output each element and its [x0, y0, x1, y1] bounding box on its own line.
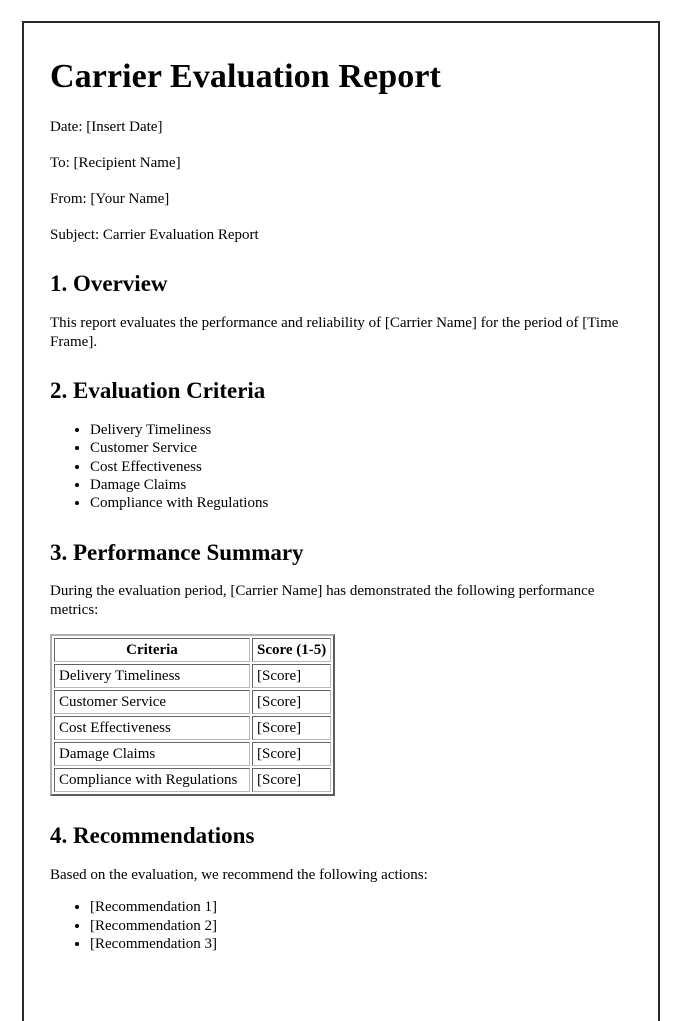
- table-cell-score: [Score]: [252, 715, 332, 740]
- table-header-row: Criteria Score (1-5): [54, 637, 332, 662]
- page-title: Carrier Evaluation Report: [50, 58, 441, 95]
- table-cell-criteria: Customer Service: [54, 689, 250, 714]
- table-cell-score: [Score]: [252, 689, 332, 714]
- table-cell-criteria: Cost Effectiveness: [54, 715, 250, 740]
- table-cell-score: [Score]: [252, 741, 332, 766]
- list-item: [Recommendation 1]: [90, 898, 632, 916]
- section-heading-performance-summary: 3. Performance Summary: [50, 539, 304, 565]
- table-row: Compliance with Regulations [Score]: [54, 767, 332, 792]
- meta-to: To: [Recipient Name]: [50, 155, 181, 172]
- document-body: Carrier Evaluation Report Date: [Insert …: [24, 23, 658, 953]
- recommendations-list: [Recommendation 1] [Recommendation 2] [R…: [50, 898, 632, 953]
- criteria-list: Delivery Timeliness Customer Service Cos…: [50, 421, 632, 512]
- recommendations-paragraph: Based on the evaluation, we recommend th…: [50, 866, 428, 883]
- table-row: Cost Effectiveness [Score]: [54, 715, 332, 740]
- table-cell-criteria: Delivery Timeliness: [54, 663, 250, 688]
- overview-paragraph: This report evaluates the performance an…: [50, 314, 619, 350]
- table-header-criteria: Criteria: [54, 637, 250, 662]
- table-row: Damage Claims [Score]: [54, 741, 332, 766]
- table-row: Delivery Timeliness [Score]: [54, 663, 332, 688]
- performance-paragraph: During the evaluation period, [Carrier N…: [50, 583, 595, 619]
- meta-subject: Subject: Carrier Evaluation Report: [50, 227, 259, 244]
- table-cell-score: [Score]: [252, 663, 332, 688]
- meta-from: From: [Your Name]: [50, 191, 170, 208]
- table-header-score: Score (1-5): [252, 637, 332, 662]
- section-heading-recommendations: 4. Recommendations: [50, 822, 255, 848]
- list-item: Compliance with Regulations: [90, 494, 632, 512]
- table-cell-score: [Score]: [252, 767, 332, 792]
- document-page: Carrier Evaluation Report Date: [Insert …: [22, 21, 660, 1021]
- list-item: Damage Claims: [90, 476, 632, 494]
- list-item: [Recommendation 3]: [90, 935, 632, 953]
- performance-score-table: Criteria Score (1-5) Delivery Timeliness…: [50, 633, 336, 796]
- section-heading-overview: 1. Overview: [50, 271, 168, 297]
- table-row: Customer Service [Score]: [54, 689, 332, 714]
- list-item: Cost Effectiveness: [90, 458, 632, 476]
- list-item: [Recommendation 2]: [90, 917, 632, 935]
- table-cell-criteria: Damage Claims: [54, 741, 250, 766]
- list-item: Delivery Timeliness: [90, 421, 632, 439]
- meta-date: Date: [Insert Date]: [50, 119, 163, 136]
- table-cell-criteria: Compliance with Regulations: [54, 767, 250, 792]
- list-item: Customer Service: [90, 439, 632, 457]
- section-heading-evaluation-criteria: 2. Evaluation Criteria: [50, 378, 266, 404]
